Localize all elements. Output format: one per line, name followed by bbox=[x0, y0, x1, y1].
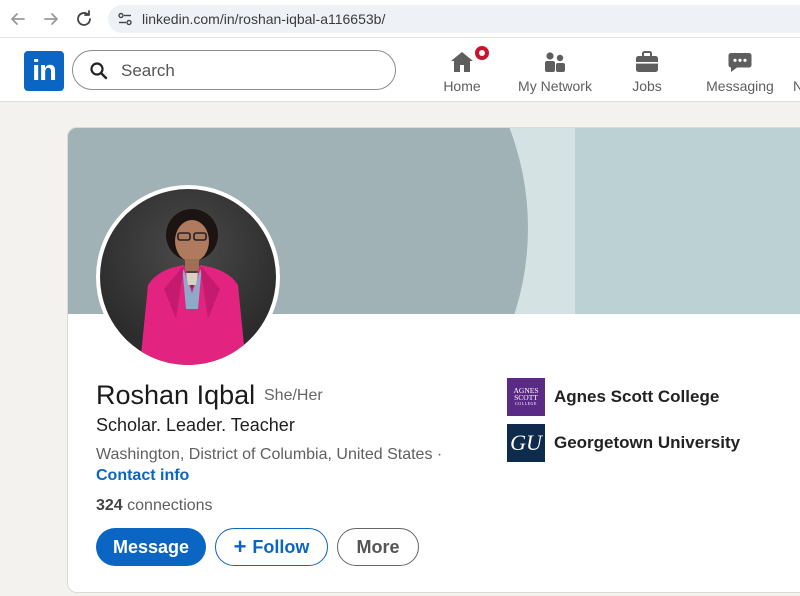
logo-text: in bbox=[32, 55, 57, 87]
education-name: Georgetown University bbox=[554, 433, 741, 452]
profile-photo bbox=[100, 189, 276, 365]
notification-badge bbox=[473, 44, 491, 62]
arrow-left-icon bbox=[11, 13, 25, 25]
chat-icon bbox=[728, 53, 752, 72]
avatar[interactable] bbox=[96, 185, 280, 369]
forward-button[interactable] bbox=[39, 7, 63, 31]
plus-icon: + bbox=[233, 534, 247, 559]
linkedin-logo[interactable]: in bbox=[24, 51, 64, 91]
message-button[interactable]: Message bbox=[96, 528, 206, 566]
agnes-scott-logo-sub: COLLEGE bbox=[515, 401, 537, 406]
home-icon bbox=[451, 52, 473, 72]
georgetown-logo-text: GU bbox=[510, 430, 542, 455]
url-text[interactable]: linkedin.com/in/roshan-iqbal-a116653b/ bbox=[142, 11, 385, 27]
follow-button[interactable]: + Follow bbox=[215, 528, 328, 566]
browser-toolbar: linkedin.com/in/roshan-iqbal-a116653b/ bbox=[0, 0, 800, 38]
nav-messaging[interactable]: Messaging bbox=[702, 46, 778, 94]
nav-home-label: Home bbox=[443, 78, 481, 94]
contact-info-link[interactable]: Contact info bbox=[96, 467, 189, 485]
profile-card: Roshan Iqbal She/Her Scholar. Leader. Te… bbox=[67, 127, 800, 593]
back-button[interactable] bbox=[6, 7, 30, 31]
briefcase-icon bbox=[636, 51, 658, 72]
search-input[interactable] bbox=[119, 57, 383, 85]
nav-jobs-label: Jobs bbox=[632, 78, 662, 94]
nav-home[interactable]: Home bbox=[441, 44, 491, 94]
connections-number: 324 bbox=[96, 497, 123, 514]
connections-label: connections bbox=[127, 497, 213, 514]
profile-name: Roshan Iqbal bbox=[96, 380, 256, 410]
arrow-right-icon bbox=[44, 13, 58, 25]
nav-overflow-label: N bbox=[793, 78, 800, 94]
nav-messaging-label: Messaging bbox=[706, 78, 774, 94]
message-button-label: Message bbox=[112, 536, 190, 557]
profile-location: Washington, District of Columbia, United… bbox=[96, 446, 443, 463]
more-button-label: More bbox=[356, 536, 400, 557]
reload-icon bbox=[77, 10, 91, 26]
search-icon bbox=[90, 62, 108, 80]
profile-headline: Scholar. Leader. Teacher bbox=[96, 415, 295, 435]
people-icon bbox=[545, 52, 565, 72]
nav-my-network[interactable]: My Network bbox=[512, 46, 598, 94]
georgetown-logo: GU bbox=[507, 424, 545, 462]
linkedin-header: in Home My Network bbox=[0, 38, 800, 102]
follow-button-label: Follow bbox=[252, 536, 310, 557]
address-bar[interactable]: linkedin.com/in/roshan-iqbal-a116653b/ bbox=[108, 5, 800, 33]
agnes-scott-logo: AGNES SCOTT COLLEGE bbox=[507, 378, 545, 416]
nav-overflow[interactable]: N bbox=[793, 78, 800, 94]
search-box[interactable] bbox=[72, 50, 396, 90]
profile-pronouns: She/Her bbox=[264, 387, 323, 404]
reload-button[interactable] bbox=[72, 7, 96, 31]
education-name: Agnes Scott College bbox=[554, 387, 720, 406]
person-photo-icon bbox=[140, 209, 246, 365]
agnes-scott-logo-text: AGNES SCOTT bbox=[513, 386, 539, 402]
nav-jobs[interactable]: Jobs bbox=[627, 46, 667, 94]
more-button[interactable]: More bbox=[337, 528, 419, 566]
nav-my-network-label: My Network bbox=[518, 78, 592, 94]
site-settings-icon[interactable] bbox=[117, 11, 133, 27]
connections-count[interactable]: 324 connections bbox=[96, 497, 213, 515]
